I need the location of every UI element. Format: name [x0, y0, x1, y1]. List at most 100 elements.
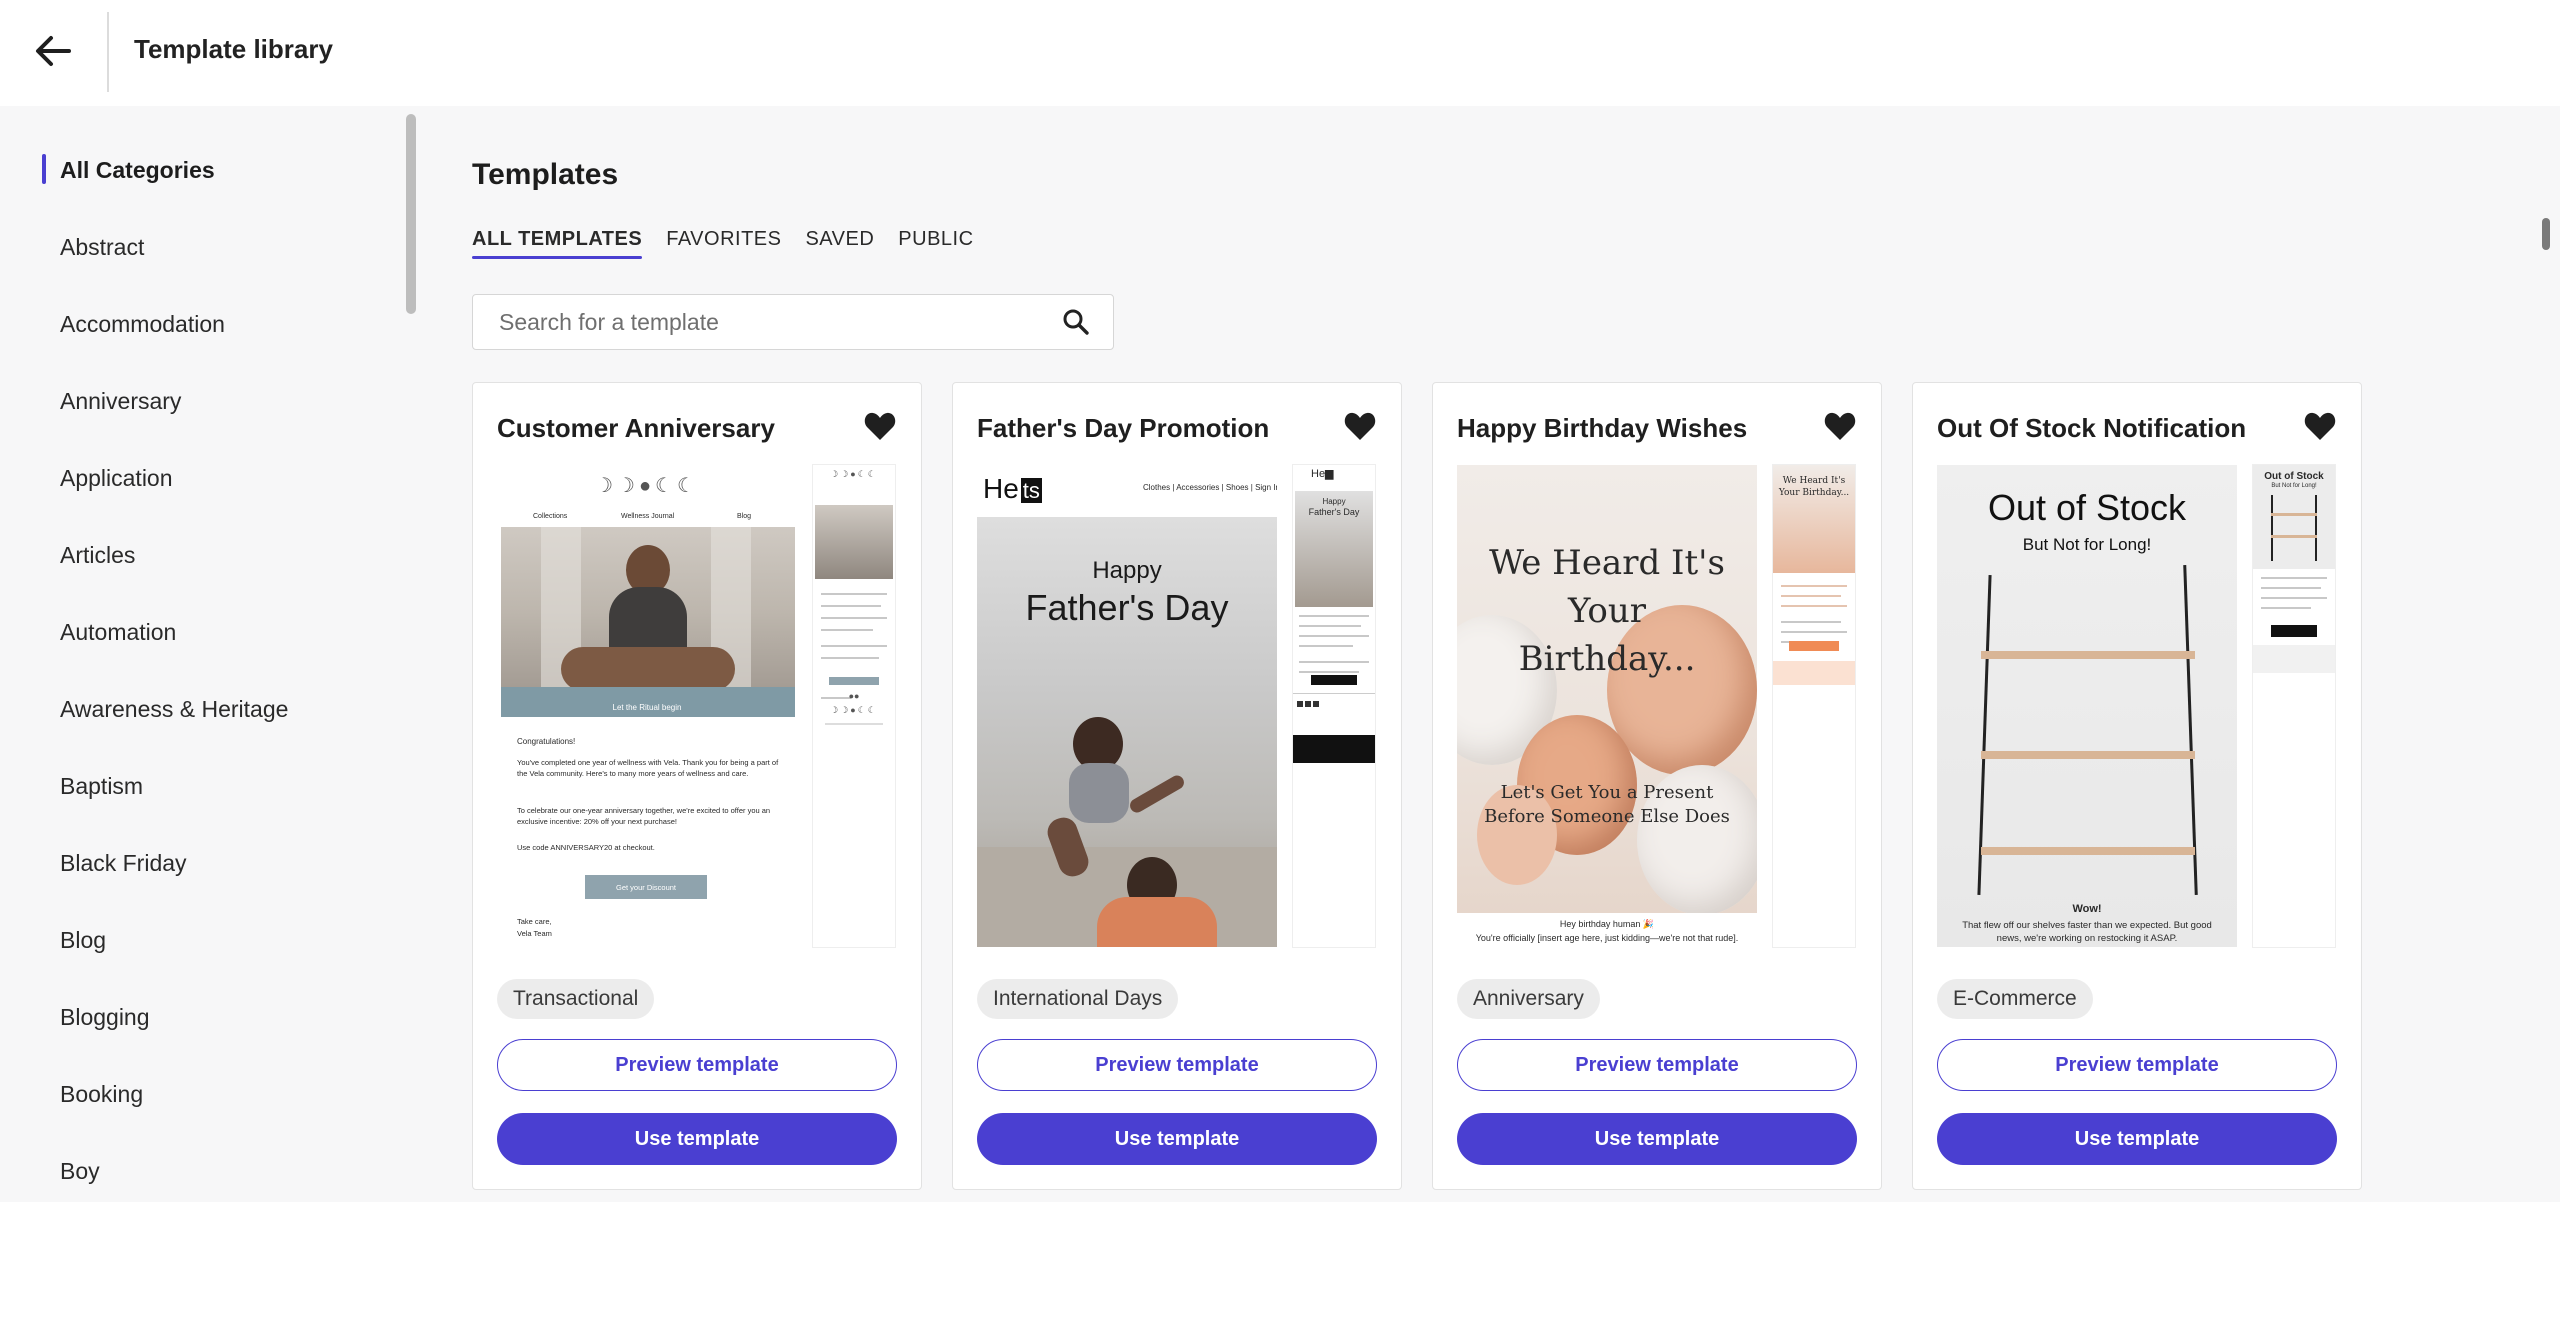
thumb-cta: Get your Discount	[585, 875, 707, 899]
favorite-button[interactable]	[2301, 409, 2339, 447]
thumb-logo-text: He	[983, 473, 1019, 504]
search-input[interactable]	[499, 308, 1061, 336]
preview-template-button[interactable]: Preview template	[1937, 1039, 2337, 1091]
use-template-button[interactable]: Use template	[1457, 1113, 1857, 1165]
template-card-happy-birthday-wishes[interactable]: Happy Birthday Wishes We Heard It's Your…	[1432, 382, 1882, 1190]
template-card-out-of-stock-notification[interactable]: Out Of Stock Notification Out of Stock B…	[1912, 382, 2362, 1190]
thumb-signoff-1: Take care,	[517, 917, 552, 926]
heart-icon	[864, 411, 896, 446]
mobile-headline: Out of Stock	[2264, 471, 2324, 482]
template-mobile-preview[interactable]: ☽☽●☾☾ ●● ☽☽●☾☾	[813, 465, 895, 947]
tab-public[interactable]: PUBLIC	[898, 228, 973, 259]
thumb-nav-1: Collections	[533, 513, 568, 520]
template-card-customer-anniversary[interactable]: Customer Anniversary ☽☽●☾☾ Collections W…	[472, 382, 922, 1190]
hero-caption: Let the Ritual begin	[612, 703, 682, 712]
sidebar-item-blogging[interactable]: Blogging	[42, 995, 150, 1039]
thumb-headline-small: Happy	[1092, 557, 1162, 584]
thumb-headline: We Heard It's Your Birthday...	[1489, 543, 1725, 679]
thumb-wow: Wow!	[2072, 903, 2102, 915]
template-preview-image[interactable]: Out of Stock But Not for Long! Wow! That…	[1937, 465, 2237, 947]
sidebar-item-booking[interactable]: Booking	[42, 1072, 143, 1116]
mobile-subline: But Not for Long!	[2271, 483, 2317, 489]
thumb-subline: Let's Get You a Present Before Someone E…	[1484, 782, 1730, 827]
section-title: Templates	[472, 158, 619, 191]
thumb-headline: Out of Stock	[1987, 487, 2187, 528]
sidebar-item-articles[interactable]: Articles	[42, 533, 135, 577]
thumb-body: That flew off our shelves faster than we…	[1962, 920, 2212, 944]
use-template-button[interactable]: Use template	[977, 1113, 1377, 1165]
mobile-headline-big: Father's Day	[1308, 507, 1360, 517]
use-template-button[interactable]: Use template	[497, 1113, 897, 1165]
page-title: Template library	[134, 34, 333, 64]
category-tag: Transactional	[497, 979, 655, 1019]
mobile-logo: He▆	[1311, 468, 1334, 480]
favorite-button[interactable]	[1341, 409, 1379, 447]
tab-favorites[interactable]: FAVORITES	[666, 228, 781, 259]
thumb-subline: But Not for Long!	[2022, 535, 2152, 554]
category-tag: Anniversary	[1457, 979, 1600, 1019]
card-title: Happy Birthday Wishes	[1457, 413, 1748, 443]
thumb-logo-box: ts	[1020, 478, 1042, 503]
sidebar-item-anniversary[interactable]: Anniversary	[42, 379, 181, 423]
sidebar-item-blog[interactable]: Blog	[42, 918, 106, 962]
thumb-greeting: Congratulations!	[517, 737, 576, 746]
hero-image-balloons	[1457, 465, 1757, 913]
footer-moons-small: ☽☽●☾☾	[830, 705, 878, 715]
category-sidebar: All Categories Abstract Accommodation An…	[0, 106, 420, 1202]
thumb-greeting: Hey birthday human 🎉	[1559, 919, 1655, 929]
favorite-button[interactable]	[1821, 409, 1859, 447]
moon-phases-logo: ☽☽●☾☾	[595, 475, 699, 497]
preview-template-button[interactable]: Preview template	[977, 1039, 1377, 1091]
template-tabs: ALL TEMPLATES FAVORITES SAVED PUBLIC	[472, 228, 974, 259]
content-area: All Categories Abstract Accommodation An…	[0, 106, 2560, 1202]
preview-template-button[interactable]: Preview template	[1457, 1039, 1857, 1091]
sidebar-item-automation[interactable]: Automation	[42, 610, 176, 654]
template-mobile-preview[interactable]: We Heard It's Your Birthday...	[1773, 465, 1855, 947]
search-icon[interactable]	[1061, 307, 1091, 337]
mobile-hero-image	[815, 505, 893, 579]
template-preview-image[interactable]: ☽☽●☾☾ Collections Wellness Journal Blog …	[497, 465, 797, 947]
template-preview-image[interactable]: He ts Clothes | Accessories | Shoes | Sig…	[977, 465, 1277, 947]
sidebar-item-black-friday[interactable]: Black Friday	[42, 841, 187, 885]
templates-main: Templates ALL TEMPLATES FAVORITES SAVED …	[472, 106, 2532, 1202]
header-divider	[107, 12, 109, 92]
template-mobile-preview[interactable]: Out of Stock But Not for Long!	[2253, 465, 2335, 947]
main-scrollbar[interactable]	[2542, 218, 2550, 250]
sidebar-item-accommodation[interactable]: Accommodation	[42, 302, 225, 346]
tab-all-templates[interactable]: ALL TEMPLATES	[472, 228, 643, 259]
back-button[interactable]	[28, 28, 78, 78]
page-footer-blank	[0, 1202, 2560, 1339]
heart-icon	[1344, 411, 1376, 446]
favorite-button[interactable]	[861, 409, 899, 447]
thumb-nav-3: Blog	[737, 513, 752, 520]
template-card-fathers-day-promotion[interactable]: Father's Day Promotion He ts Clothes | Ac…	[952, 382, 1402, 1190]
thumb-nav-2: Wellness Journal	[621, 513, 675, 520]
sidebar-item-baptism[interactable]: Baptism	[42, 764, 143, 808]
mobile-headline: We Heard It's Your Birthday...	[1778, 476, 1850, 498]
sidebar-item-abstract[interactable]: Abstract	[42, 225, 144, 269]
sidebar-item-application[interactable]: Application	[42, 456, 173, 500]
sidebar-scrollbar[interactable]	[406, 114, 416, 314]
card-title: Customer Anniversary	[497, 413, 775, 443]
thumb-logo: He ts	[983, 473, 1042, 505]
use-template-button[interactable]: Use template	[1937, 1113, 2337, 1165]
sidebar-item-awareness-heritage[interactable]: Awareness & Heritage	[42, 687, 288, 731]
category-tag: International Days	[977, 979, 1179, 1019]
template-search-box	[472, 294, 1114, 350]
sidebar-item-boy[interactable]: Boy	[42, 1149, 100, 1193]
template-mobile-preview[interactable]: He▆ Happy Father's Day	[1293, 465, 1375, 947]
template-preview-image[interactable]: We Heard It's Your Birthday... Let's Get…	[1457, 465, 1757, 947]
thumb-body-2: To celebrate our one-year anniversary to…	[517, 806, 771, 826]
sidebar-item-all-categories[interactable]: All Categories	[42, 148, 215, 192]
preview-template-button[interactable]: Preview template	[497, 1039, 897, 1091]
footer-logo-small: ●●	[848, 691, 860, 701]
arrow-left-icon	[35, 35, 71, 72]
category-tag: E-Commerce	[1937, 979, 2093, 1019]
heart-icon	[1824, 411, 1856, 446]
tab-saved[interactable]: SAVED	[805, 228, 874, 259]
mobile-headline-small: Happy	[1322, 497, 1346, 506]
card-title: Out Of Stock Notification	[1937, 413, 2247, 443]
header-bar: Template library	[0, 0, 2560, 106]
heart-icon	[2304, 411, 2336, 446]
thumb-nav: Clothes | Accessories | Shoes | Sign In	[1143, 483, 1277, 492]
